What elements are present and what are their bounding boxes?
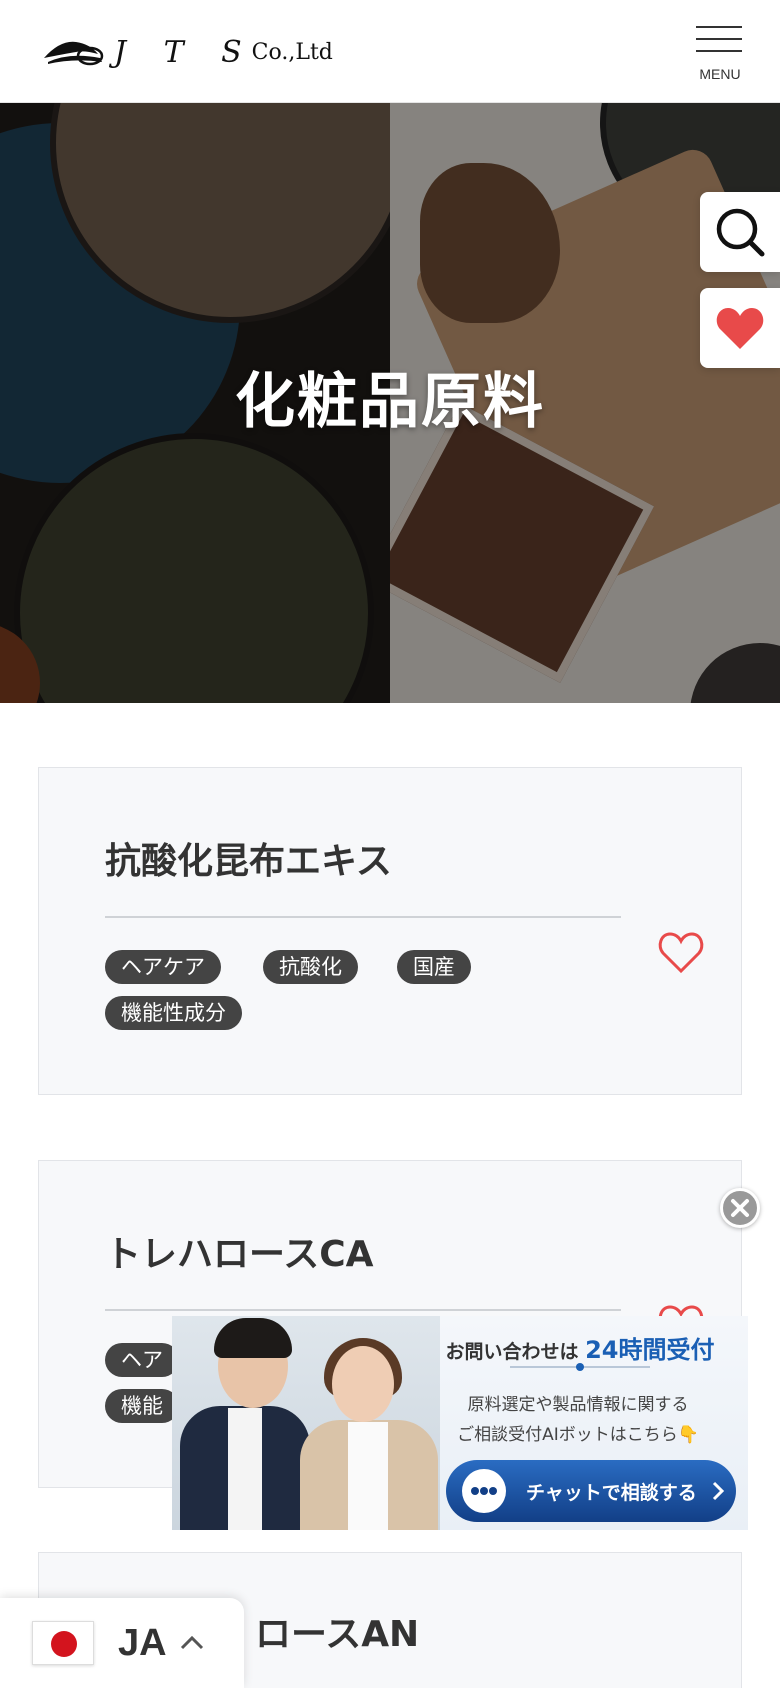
- staff-photo: [172, 1316, 440, 1530]
- product-name[interactable]: トレハロースCA: [105, 1225, 373, 1277]
- site-header: J T S Co.,Ltd MENU: [0, 0, 780, 103]
- menu-button[interactable]: MENU: [696, 22, 744, 86]
- tag[interactable]: 機能性成分: [105, 996, 242, 1030]
- chat-description: 原料選定や製品情報に関する: [467, 1395, 689, 1415]
- search-icon: [716, 208, 765, 257]
- heart-icon: [716, 308, 764, 349]
- hamburger-icon: [696, 26, 742, 28]
- chat-button-label: チャットで相談する: [526, 1481, 697, 1504]
- logo-text: J T S: [114, 34, 256, 70]
- favorites-button[interactable]: [700, 288, 780, 368]
- chat-banner[interactable]: お問い合わせは 24時間受付 原料選定や製品情報に関する ご相談受付AIボットは…: [172, 1316, 748, 1530]
- chat-headline: お問い合わせは 24時間受付: [424, 1330, 736, 1365]
- chat-consult-button[interactable]: チャットで相談する: [446, 1460, 736, 1522]
- chat-headline-text: お問い合わせは: [445, 1341, 579, 1363]
- divider: [105, 916, 621, 918]
- product-name[interactable]: 抗酸化昆布エキス: [105, 832, 392, 884]
- tag[interactable]: 抗酸化: [263, 950, 358, 984]
- chevron-right-icon: [712, 1481, 724, 1501]
- hamburger-bar: [696, 38, 742, 40]
- logo[interactable]: J T S Co.,Ltd: [40, 34, 333, 70]
- page-title: 化粧品原料: [235, 367, 545, 437]
- logo-fan-icon: [44, 41, 104, 66]
- menu-label: MENU: [699, 66, 741, 82]
- tag[interactable]: 国産: [397, 950, 471, 984]
- chat-description: ご相談受付AIボットはこちら👇: [457, 1425, 699, 1445]
- chat-bubble-icon: [462, 1469, 506, 1513]
- chat-headline-highlight: 24時間受付: [585, 1336, 715, 1364]
- tag[interactable]: ヘア: [105, 1343, 179, 1377]
- tag[interactable]: 機能: [105, 1389, 179, 1423]
- search-button[interactable]: [700, 192, 780, 272]
- product-card[interactable]: 抗酸化昆布エキス ヘアケア 抗酸化 国産 機能性成分: [38, 767, 742, 1095]
- divider: [105, 1309, 621, 1311]
- hamburger-bar: [696, 50, 742, 52]
- chevron-up-icon: [180, 1635, 203, 1650]
- language-code: JA: [118, 1621, 167, 1664]
- favorite-heart-icon[interactable]: [657, 928, 705, 976]
- language-selector[interactable]: JA: [0, 1598, 244, 1688]
- chat-divider-dot: [576, 1363, 584, 1371]
- hero-banner: 化粧品原料: [0, 103, 780, 703]
- close-icon: [731, 1199, 749, 1217]
- logo-suffix: Co.,Ltd: [251, 39, 333, 65]
- product-name[interactable]: ロースAN: [255, 1605, 419, 1657]
- chat-close-button[interactable]: [720, 1188, 760, 1228]
- japan-flag-icon: [32, 1621, 94, 1665]
- tag[interactable]: ヘアケア: [105, 950, 221, 984]
